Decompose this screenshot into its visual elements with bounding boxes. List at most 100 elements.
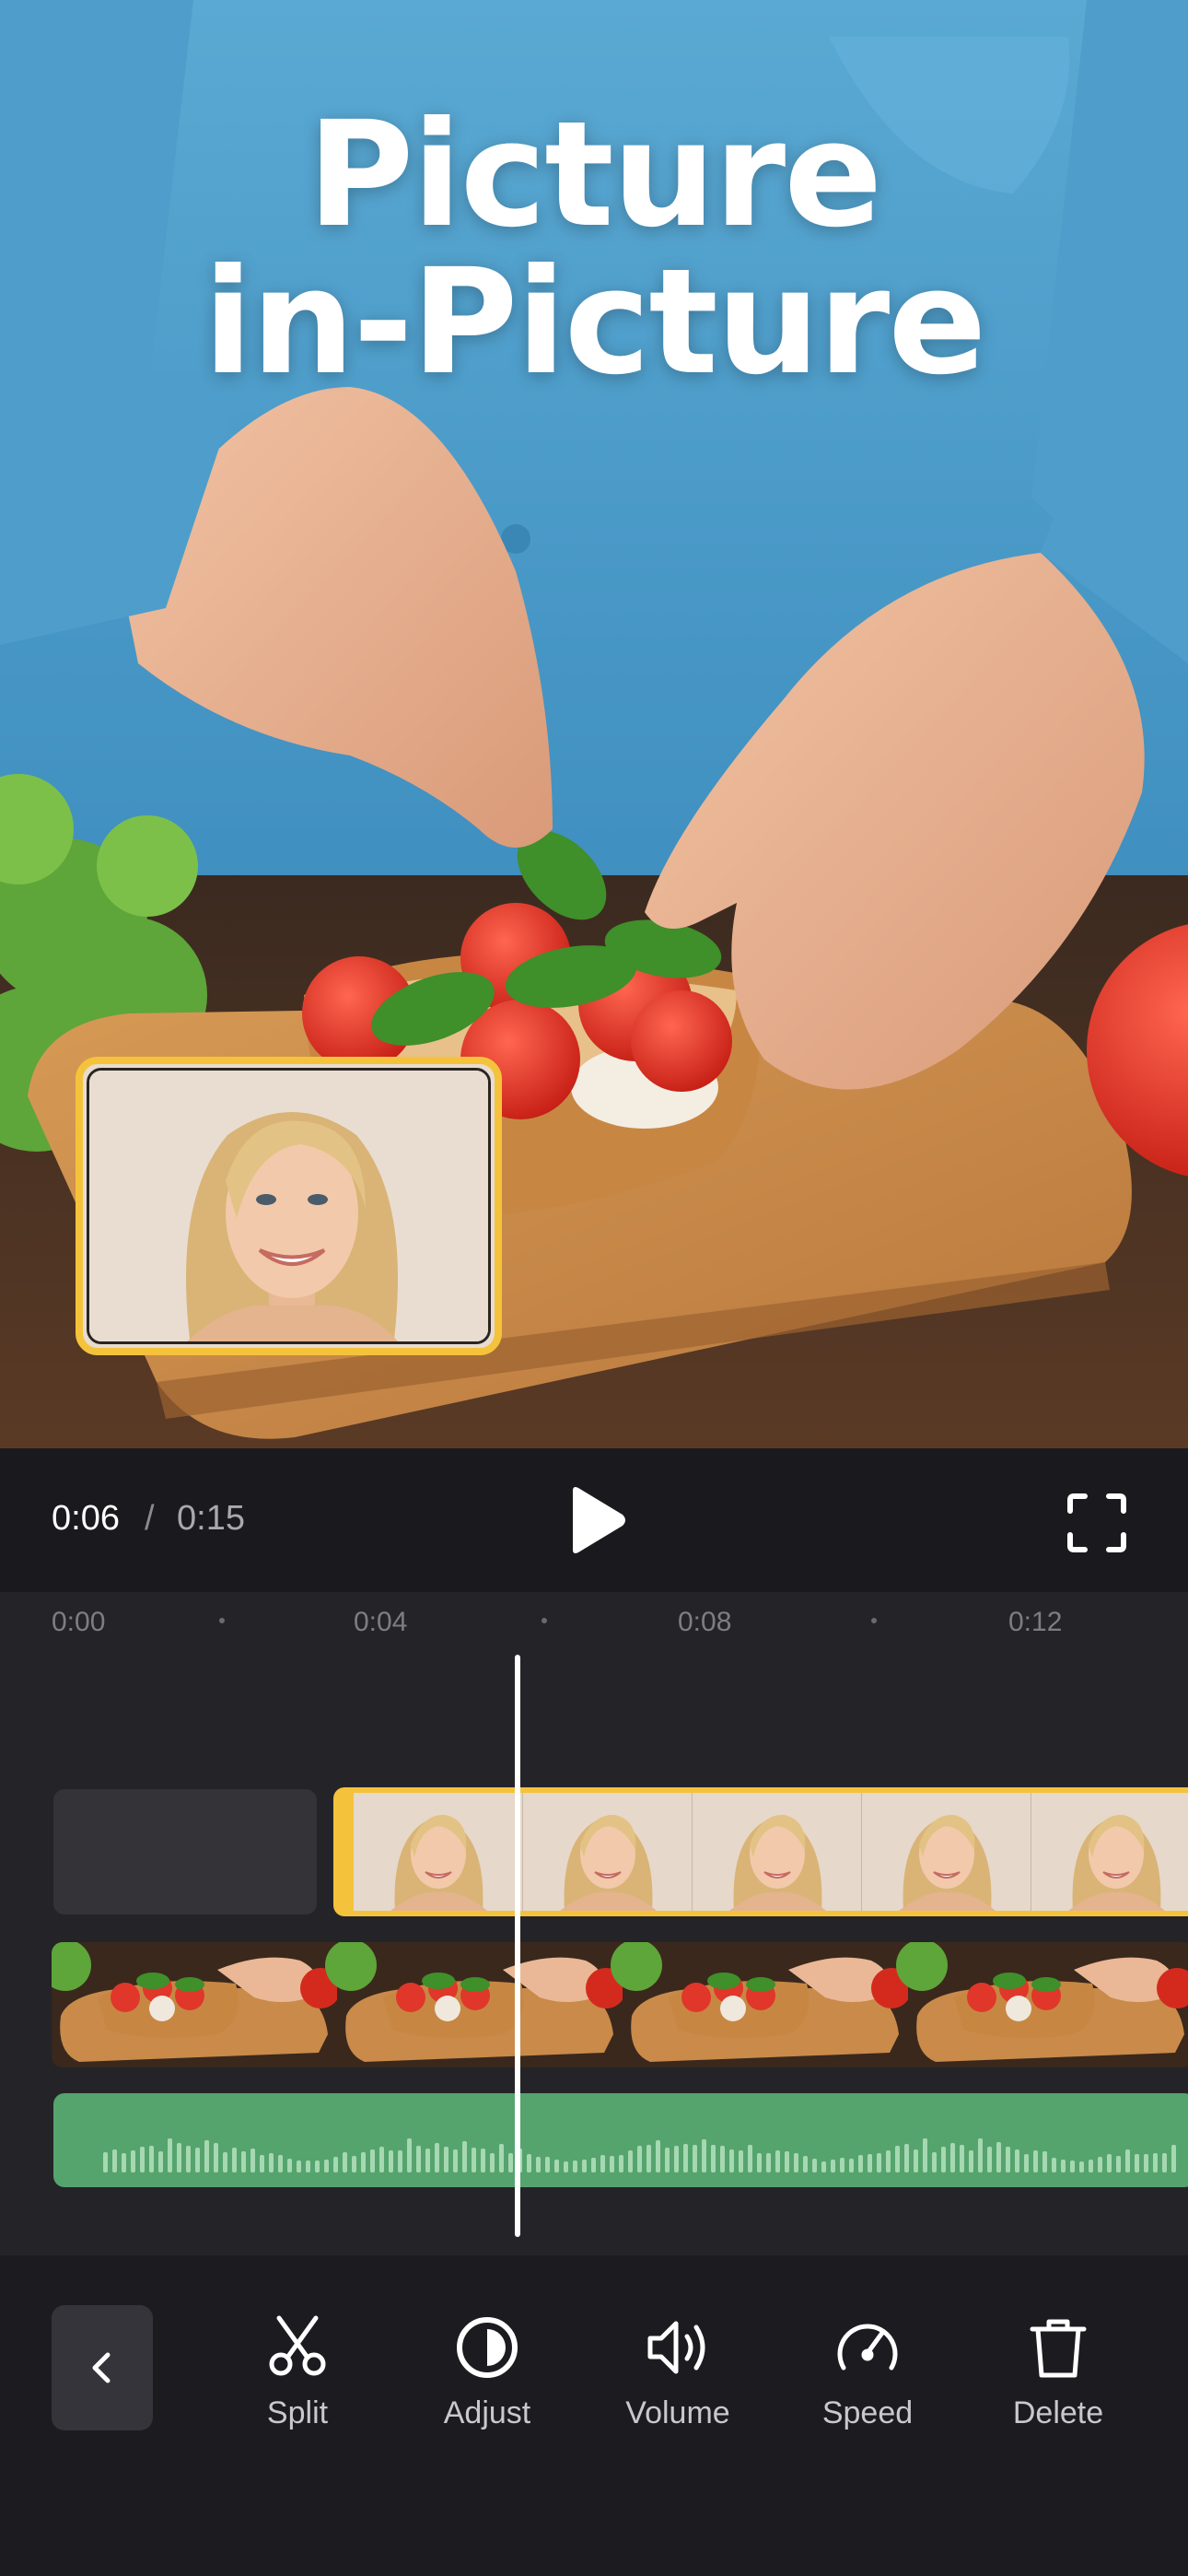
woman-portrait-image <box>89 1071 488 1341</box>
waveform-bar <box>960 2145 964 2172</box>
pip-clip-track[interactable] <box>333 1787 1188 1916</box>
waveform-bar <box>1107 2154 1112 2172</box>
speed-button[interactable]: Speed <box>789 2311 946 2440</box>
waveform-bar <box>619 2155 623 2172</box>
waveform-bar <box>1042 2151 1047 2172</box>
waveform-bar <box>177 2143 181 2172</box>
waveform-bar <box>637 2146 642 2172</box>
pip-overlay-window[interactable] <box>76 1057 502 1355</box>
timeline-tick-label: 0:00 <box>52 1607 106 1637</box>
waveform-bar <box>131 2150 135 2172</box>
waveform-bar <box>361 2152 366 2172</box>
speed-label: Speed <box>821 2395 914 2430</box>
waveform-bar <box>370 2149 375 2172</box>
waveform-bar <box>260 2155 264 2172</box>
waveform-bar <box>343 2152 347 2172</box>
waveform-bar <box>573 2160 577 2172</box>
waveform-bar <box>103 2152 108 2172</box>
time-separator: / <box>145 1499 155 1538</box>
waveform-bar <box>1006 2147 1010 2172</box>
waveform-bar <box>877 2153 881 2172</box>
split-label: Split <box>266 2395 329 2430</box>
waveform-bar <box>195 2148 200 2172</box>
volume-button[interactable]: Volume <box>600 2311 756 2440</box>
back-button[interactable] <box>52 2305 153 2430</box>
waveform-bar <box>886 2150 891 2172</box>
fullscreen-icon <box>1067 1493 1126 1552</box>
waveform-bar <box>324 2160 329 2172</box>
delete-button[interactable]: Delete <box>980 2311 1136 2440</box>
audio-track[interactable] <box>53 2093 1188 2187</box>
waveform-bar <box>232 2148 237 2172</box>
waveform-bar <box>932 2152 937 2172</box>
waveform-bar <box>352 2156 356 2172</box>
waveform-bar <box>591 2158 596 2172</box>
player-controls: 0:06 / 0:15 <box>0 1448 1188 1592</box>
waveform-bar <box>656 2140 660 2172</box>
waveform-bar <box>554 2160 559 2172</box>
waveform-bar <box>214 2143 218 2172</box>
waveform-bar <box>950 2143 955 2172</box>
waveform-bar <box>628 2150 633 2172</box>
waveform-bar <box>702 2139 706 2172</box>
waveform-bar <box>1079 2161 1084 2172</box>
adjust-button[interactable]: Adjust <box>409 2311 565 2440</box>
waveform-bar <box>1089 2160 1093 2172</box>
waveform-bar <box>545 2157 550 2172</box>
bottom-toolbar: Split Adjust Volume Speed Delete <box>0 2255 1188 2576</box>
fullscreen-button[interactable] <box>1066 1493 1127 1553</box>
waveform-bar <box>112 2149 117 2172</box>
waveform-bar <box>527 2154 531 2172</box>
waveform-bar <box>674 2146 679 2172</box>
main-clip-track[interactable] <box>52 1942 1188 2067</box>
waveform-bar <box>499 2144 504 2172</box>
waveform-bar <box>729 2149 734 2172</box>
speedometer-icon <box>837 2324 898 2371</box>
waveform-bar <box>379 2147 384 2172</box>
waveform-bar <box>536 2157 541 2172</box>
current-time: 0:06 <box>52 1499 120 1538</box>
waveform-bar <box>1125 2149 1130 2172</box>
volume-label: Volume <box>625 2395 730 2430</box>
waveform-bar <box>748 2145 752 2172</box>
delete-label: Delete <box>1012 2395 1104 2430</box>
adjust-icon <box>457 2317 518 2378</box>
waveform-bar <box>1135 2154 1139 2172</box>
waveform-bar <box>1162 2153 1167 2172</box>
waveform-bar <box>472 2148 476 2172</box>
timeline-tick-dot <box>219 1618 225 1623</box>
hero-title-line2: in-Picture <box>203 238 987 407</box>
waveform-bar <box>693 2145 697 2172</box>
waveform-bar <box>868 2154 872 2172</box>
waveform-bar <box>1052 2158 1056 2172</box>
waveform-bar <box>297 2160 301 2172</box>
adjust-label: Adjust <box>443 2395 531 2430</box>
playhead[interactable] <box>515 1655 520 2237</box>
waveform-bar <box>812 2159 817 2172</box>
waveform-bar <box>1070 2160 1075 2172</box>
timeline-tick-dot <box>871 1618 877 1623</box>
video-preview[interactable]: Picture in-Picture <box>0 0 1188 1448</box>
waveform-bar <box>158 2151 163 2172</box>
split-button[interactable]: Split <box>219 2311 376 2440</box>
waveform-bar <box>168 2138 172 2172</box>
waveform-bar <box>923 2138 927 2172</box>
waveform-bar <box>462 2141 467 2172</box>
play-button[interactable] <box>560 1485 630 1555</box>
waveform-bar <box>904 2144 909 2172</box>
waveform-bar <box>582 2160 587 2172</box>
waveform-bar <box>241 2151 246 2172</box>
waveform-bar <box>987 2147 992 2172</box>
waveform-bar <box>1116 2156 1121 2172</box>
waveform-bar <box>407 2138 412 2172</box>
waveform-bar <box>895 2146 900 2172</box>
hero-title-line1: Picture <box>307 90 883 260</box>
waveform-bar <box>250 2149 255 2172</box>
audio-waveform <box>103 2138 1176 2172</box>
waveform-bar <box>858 2155 863 2172</box>
scissors-icon <box>269 2315 326 2376</box>
waveform-bar <box>978 2138 983 2172</box>
timeline-tick-label: 0:08 <box>678 1607 732 1637</box>
waveform-bar <box>278 2155 283 2172</box>
waveform-bar <box>1033 2150 1038 2172</box>
